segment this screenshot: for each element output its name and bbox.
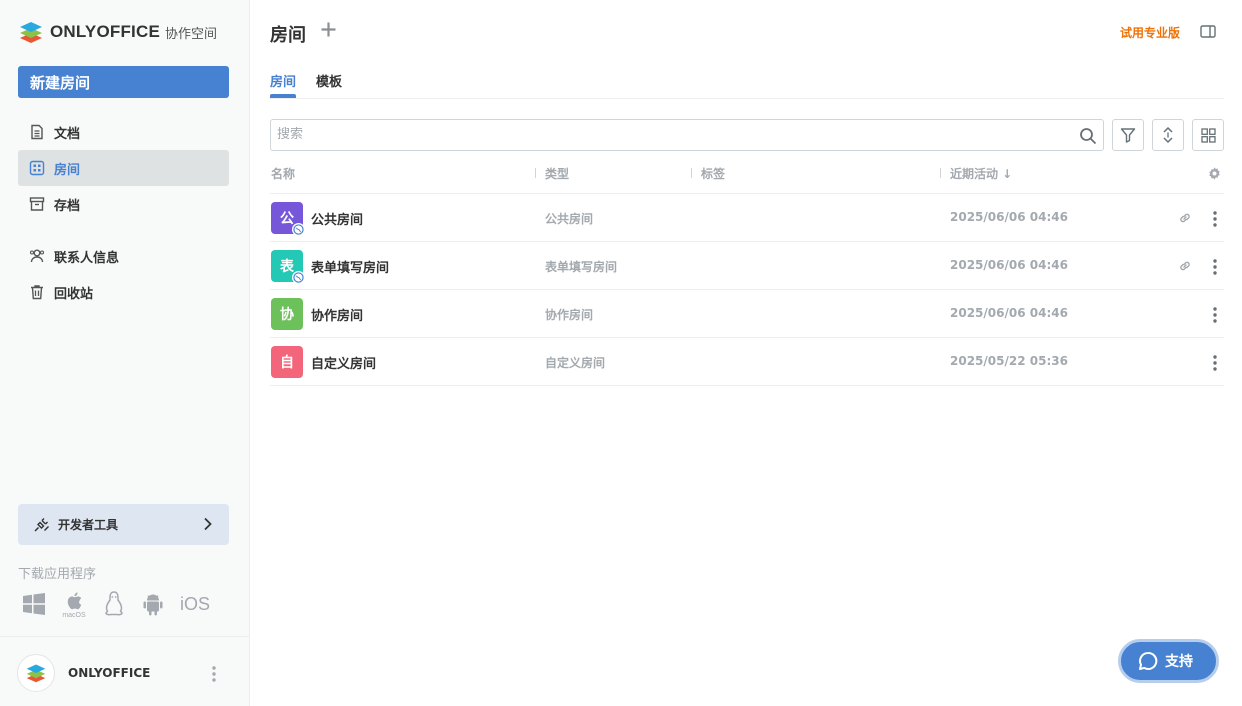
sidebar-item-contacts[interactable]: 联系人信息 [18,238,229,274]
sidebar-item-trash[interactable]: 回收站 [18,274,229,310]
room-logo: 协 [271,298,303,330]
more-vertical-icon[interactable] [1212,354,1218,372]
room-type: 公共房间 [545,212,594,226]
support-label: 支持 [1165,654,1193,670]
column-resizer[interactable] [691,168,692,178]
filter-icon [1120,128,1136,143]
table-row[interactable]: 自 自定义房间 自定义房间 2025/05/22 05:36 [270,338,1224,386]
sidebar-nav: 文档 房间 存档 联系人信息 回收站 [18,114,229,310]
room-name[interactable]: 协作房间 [311,305,363,324]
sidebar-item-label: 房间 [54,162,81,178]
room-type: 自定义房间 [545,356,606,370]
profile-section: ONLYOFFICE [0,636,249,706]
room-name[interactable]: 公共房间 [311,209,363,228]
linux-icon[interactable] [102,590,126,618]
app-logo[interactable]: ONLYOFFICE 协作空间 [18,19,217,45]
tab-templates[interactable]: 模板 [316,71,342,90]
developer-tools-label: 开发者工具 [58,518,119,532]
room-activity-date: 2025/06/06 04:46 [950,258,1068,272]
room-type: 协作房间 [545,308,594,322]
windows-icon[interactable] [22,592,46,616]
sidebar-item-rooms[interactable]: 房间 [18,150,229,186]
main-content: 房间 试用专业版 房间 模板 名称 类型 标签 近期活动 ↓ 公 公共房间 公共… [270,0,1224,706]
more-vertical-icon[interactable] [1212,258,1218,276]
table-row[interactable]: 公 公共房间 公共房间 2025/06/06 04:46 [270,194,1224,242]
gear-icon[interactable] [1208,167,1221,180]
tab-rooms[interactable]: 房间 [270,71,296,90]
room-type: 表单填写房间 [545,260,618,274]
page-title: 房间 [270,25,306,46]
room-name[interactable]: 自定义房间 [311,353,376,372]
room-activity-date: 2025/06/06 04:46 [950,306,1068,320]
macos-icon[interactable]: macOS [61,590,87,618]
sidebar-item-documents[interactable]: 文档 [18,114,229,150]
tab-bar: 房间 模板 [270,71,1224,99]
archive-icon [29,197,45,211]
column-header-type[interactable]: 类型 [545,165,569,182]
ios-link[interactable]: iOS [180,594,210,615]
download-apps-label: 下载应用程序 [18,567,97,582]
profile-name: ONLYOFFICE [68,666,151,680]
room-logo: 自 [271,346,303,378]
developer-tools-button[interactable]: 开发者工具 [18,504,229,545]
onlyoffice-avatar-icon [26,664,46,683]
column-header-name[interactable]: 名称 [271,165,295,182]
globe-icon [293,224,304,235]
globe-icon [293,272,304,283]
sidebar-item-label: 文档 [54,126,81,142]
rooms-icon [29,160,45,176]
android-icon[interactable] [141,591,165,617]
chat-bubble-icon [1139,651,1158,670]
table-row[interactable]: 协 协作房间 协作房间 2025/06/06 04:46 [270,290,1224,338]
sidebar-item-label: 存档 [54,198,81,214]
avatar[interactable] [17,654,55,692]
new-room-button[interactable]: 新建房间 [18,66,229,98]
search-input[interactable] [277,127,1057,142]
sidebar: ONLYOFFICE 协作空间 新建房间 文档 房间 存档 联系人信息 回收站 … [0,0,250,706]
link-icon[interactable] [1178,259,1192,273]
try-pro-link[interactable]: 试用专业版 [1120,24,1180,41]
view-toggle-button[interactable] [1192,119,1224,151]
search-icon[interactable] [1079,127,1097,145]
support-button[interactable]: 支持 [1118,639,1219,683]
column-header-tags[interactable]: 标签 [701,165,725,182]
svg-text:macOS: macOS [62,612,86,618]
more-vertical-icon[interactable] [211,665,217,683]
table-row[interactable]: 表 表单填写房间 表单填写房间 2025/06/06 04:46 [270,242,1224,290]
onlyoffice-logo-icon [20,22,42,43]
room-activity-date: 2025/06/06 04:46 [950,210,1068,224]
plug-icon [34,518,49,532]
room-name[interactable]: 表单填写房间 [311,257,389,276]
brand-subtitle: 协作空间 [165,26,218,42]
column-header-activity[interactable]: 近期活动 ↓ [950,165,1012,182]
public-room-badge [292,271,305,284]
column-resizer[interactable] [535,168,536,178]
sidebar-item-archive[interactable]: 存档 [18,186,229,222]
plus-icon [321,22,336,37]
add-room-button[interactable] [320,21,337,42]
trash-icon [31,285,43,300]
sort-button[interactable] [1152,119,1184,151]
info-panel-icon[interactable] [1200,25,1216,38]
brand-name: ONLYOFFICE [50,22,160,41]
more-vertical-icon[interactable] [1212,306,1218,324]
room-activity-date: 2025/05/22 05:36 [950,354,1068,368]
sort-icon [1163,126,1173,144]
column-resizer[interactable] [940,168,941,178]
sidebar-item-label: 回收站 [54,286,94,302]
contacts-icon [29,249,45,263]
grid-view-icon [1200,127,1216,143]
filter-button[interactable] [1112,119,1144,151]
sidebar-item-label: 联系人信息 [54,250,120,266]
document-icon [31,124,43,140]
more-vertical-icon[interactable] [1212,210,1218,228]
search-box [270,119,1104,151]
app-download-links: macOS iOS [22,590,210,618]
public-room-badge [292,223,305,236]
active-tab-indicator [270,94,296,98]
chevron-right-icon [204,517,212,531]
link-icon[interactable] [1178,211,1192,225]
